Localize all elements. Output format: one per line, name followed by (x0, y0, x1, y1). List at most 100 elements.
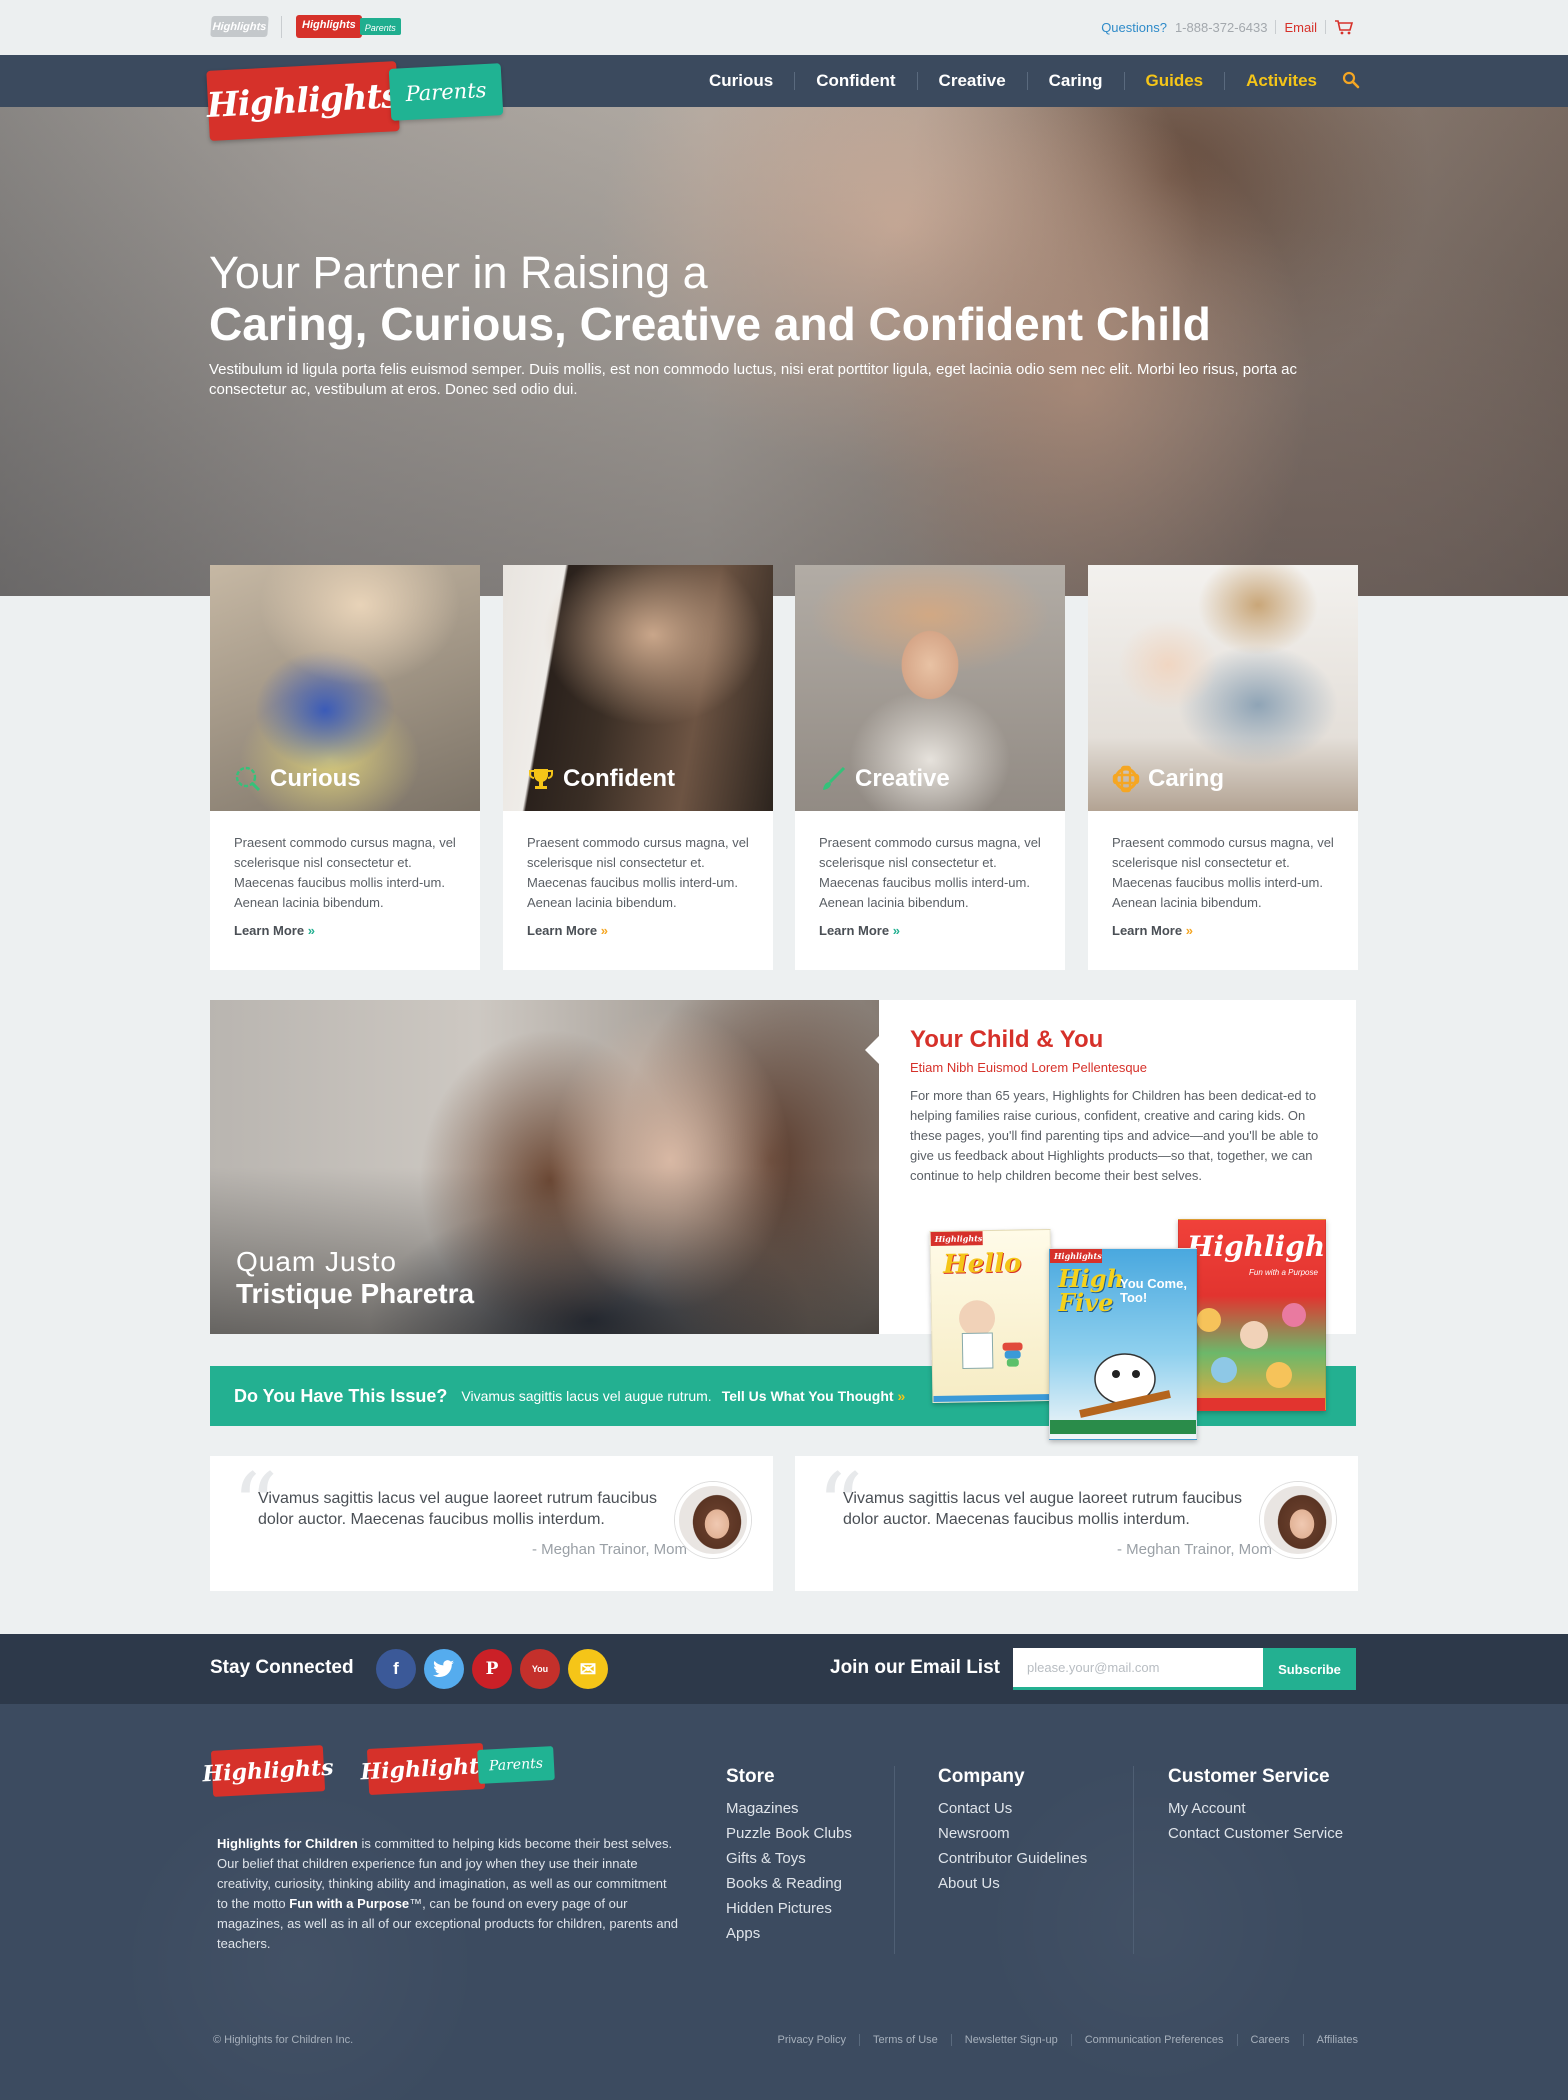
magazine-title: Highlights (1187, 1230, 1326, 1263)
footer-link-apps[interactable]: Apps (726, 1921, 852, 1946)
magazine-high-five[interactable]: Highlights High Five You Come, Too! (1049, 1248, 1197, 1440)
footer-link-contributor-guidelines[interactable]: Contributor Guidelines (938, 1846, 1087, 1871)
arrow-icon: » (892, 923, 900, 938)
legal-link-careers[interactable]: Careers (1236, 2034, 1303, 2046)
learn-more-link[interactable]: Learn More » (210, 913, 480, 938)
divider (894, 1766, 895, 1954)
legal-link-terms-of-use[interactable]: Terms of Use (858, 2034, 951, 2046)
feature-subtitle: Etiam Nibh Euismod Lorem Pellentesque (910, 1060, 1148, 1075)
divider (1275, 20, 1277, 34)
issue-cta-link[interactable]: Tell Us What You Thought » (722, 1388, 906, 1404)
youtube-icon[interactable]: You (520, 1649, 560, 1689)
curious-icon (234, 765, 262, 793)
magazine-hello[interactable]: Highlights Hello (929, 1228, 1054, 1404)
card-title: Creative (819, 765, 950, 793)
card-title: Confident (527, 765, 675, 793)
nav-item-creative[interactable]: Creative (916, 72, 1027, 90)
testimonial-quote: Vivamus sagittis lacus vel augue laoreet… (258, 1490, 658, 1528)
legal-link-communication-preferences[interactable]: Communication Preferences (1070, 2034, 1237, 2046)
card-title: Curious (234, 765, 361, 793)
cart-icon[interactable] (1334, 19, 1354, 35)
footer-link-books-reading[interactable]: Books & Reading (726, 1871, 852, 1896)
divider (1325, 20, 1326, 34)
card-text: Praesent commodo cursus magna, vel scele… (234, 835, 456, 910)
footer-highlights-parents-logo[interactable]: Highlights Parents (360, 1742, 555, 1796)
trophy-icon (527, 765, 555, 793)
footer-link-puzzle-book-clubs[interactable]: Puzzle Book Clubs (726, 1821, 852, 1846)
footer-col-title: Store (726, 1766, 775, 1787)
stay-connected-label: Stay Connected (210, 1657, 354, 1678)
card-image: Creative (795, 565, 1065, 811)
highlights-logo-small[interactable]: Highlights (210, 16, 269, 37)
questions-link[interactable]: Questions? (1101, 20, 1167, 35)
arrow-icon: » (897, 1388, 906, 1404)
subscribe-button[interactable]: Subscribe (1263, 1648, 1356, 1690)
footer-link-hidden-pictures[interactable]: Hidden Pictures (726, 1896, 852, 1921)
nav-item-confident[interactable]: Confident (794, 72, 916, 90)
highlights-parents-logo-small[interactable]: Highlights Parents (296, 15, 401, 38)
nav-item-guides[interactable]: Guides (1123, 72, 1225, 90)
magazine-highlights[interactable]: Highlights Fun with a Purpose (1178, 1219, 1326, 1411)
footer-col-store: Store Magazines Puzzle Book Clubs Gifts … (726, 1766, 852, 1946)
email-link[interactable]: Email (1284, 20, 1317, 35)
card-image: Caring (1088, 565, 1358, 811)
divider (281, 16, 282, 38)
divider (1133, 1766, 1134, 1954)
card-creative[interactable]: Creative Praesent commodo cursus magna, … (795, 565, 1065, 970)
nav-item-caring[interactable]: Caring (1026, 72, 1124, 90)
testimonial: “ Vivamus sagittis lacus vel augue laore… (210, 1456, 773, 1591)
footer-link-gifts-toys[interactable]: Gifts & Toys (726, 1846, 852, 1871)
highlights-parents-logo[interactable]: Highlights Parents (206, 60, 508, 141)
logo-red-text: Highlights (296, 15, 362, 38)
twitter-icon[interactable] (424, 1649, 464, 1689)
arrow-icon: » (1185, 923, 1193, 938)
footer: Highlights Highlights Parents Highlights… (0, 1704, 1568, 2100)
arrow-icon: » (600, 923, 608, 938)
magazine-tagline: You Come, Too! (1120, 1276, 1187, 1305)
logo-red-text: Highlights (206, 61, 400, 141)
logo-green-text: Parents (359, 18, 401, 35)
footer-link-about-us[interactable]: About Us (938, 1871, 1087, 1896)
connect-bar: Stay Connected f P You ✉ Join our Email … (0, 1634, 1568, 1704)
legal-link-privacy-policy[interactable]: Privacy Policy (765, 2034, 859, 2046)
hero-description: Vestibulum id ligula porta felis euismod… (209, 361, 1298, 398)
caring-icon (1112, 765, 1140, 793)
email-icon[interactable]: ✉ (568, 1649, 608, 1689)
learn-more-link[interactable]: Learn More » (1088, 913, 1358, 938)
pinterest-icon[interactable]: P (472, 1649, 512, 1689)
feature-body: For more than 65 years, Highlights for C… (910, 1088, 1319, 1183)
hero-text: Your Partner in Raising a Caring, Curiou… (209, 248, 1359, 400)
learn-more-link[interactable]: Learn More » (503, 913, 773, 938)
hero-heading-light: Your Partner in Raising a (209, 247, 708, 298)
nav-item-curious[interactable]: Curious (688, 72, 794, 90)
search-icon[interactable] (1342, 71, 1362, 91)
legal-link-newsletter-signup[interactable]: Newsletter Sign-up (950, 2034, 1071, 2046)
footer-link-newsroom[interactable]: Newsroom (938, 1821, 1087, 1846)
magazine-title: Hello (942, 1248, 1022, 1280)
card-curious[interactable]: Curious Praesent commodo cursus magna, v… (210, 565, 480, 970)
feature-image[interactable]: Quam Justo Tristique Pharetra (210, 1000, 879, 1334)
card-confident[interactable]: Confident Praesent commodo cursus magna,… (503, 565, 773, 970)
nav-item-activites[interactable]: Activites (1224, 72, 1338, 90)
learn-more-link[interactable]: Learn More » (795, 913, 1065, 938)
card-title-text: Curious (270, 765, 361, 792)
magazine-illustration (1050, 1353, 1196, 1434)
footer-link-my-account[interactable]: My Account (1168, 1796, 1343, 1821)
card-title-text: Creative (855, 765, 950, 792)
footer-col-title: Customer Service (1168, 1766, 1330, 1787)
footer-link-contact-customer-service[interactable]: Contact Customer Service (1168, 1821, 1343, 1846)
footer-link-magazines[interactable]: Magazines (726, 1796, 852, 1821)
email-signup-input[interactable] (1013, 1648, 1263, 1690)
issue-text: Vivamus sagittis lacus vel augue rutrum. (461, 1388, 712, 1404)
paintbrush-icon (819, 765, 847, 793)
card-caring[interactable]: Caring Praesent commodo cursus magna, ve… (1088, 565, 1358, 970)
footer-highlights-logo[interactable]: Highlights (202, 1745, 334, 1797)
learn-more-label: Learn More (1112, 923, 1183, 938)
facebook-icon[interactable]: f (376, 1649, 416, 1689)
magazine-title: High Five (1058, 1264, 1125, 1317)
legal-link-affiliates[interactable]: Affiliates (1302, 2034, 1358, 2046)
issue-question: Do You Have This Issue? (234, 1385, 448, 1406)
utility-links: Questions? 1-888-372-6433 Email (1101, 19, 1354, 35)
footer-link-contact-us[interactable]: Contact Us (938, 1796, 1087, 1821)
card-text: Praesent commodo cursus magna, vel scele… (819, 835, 1041, 910)
